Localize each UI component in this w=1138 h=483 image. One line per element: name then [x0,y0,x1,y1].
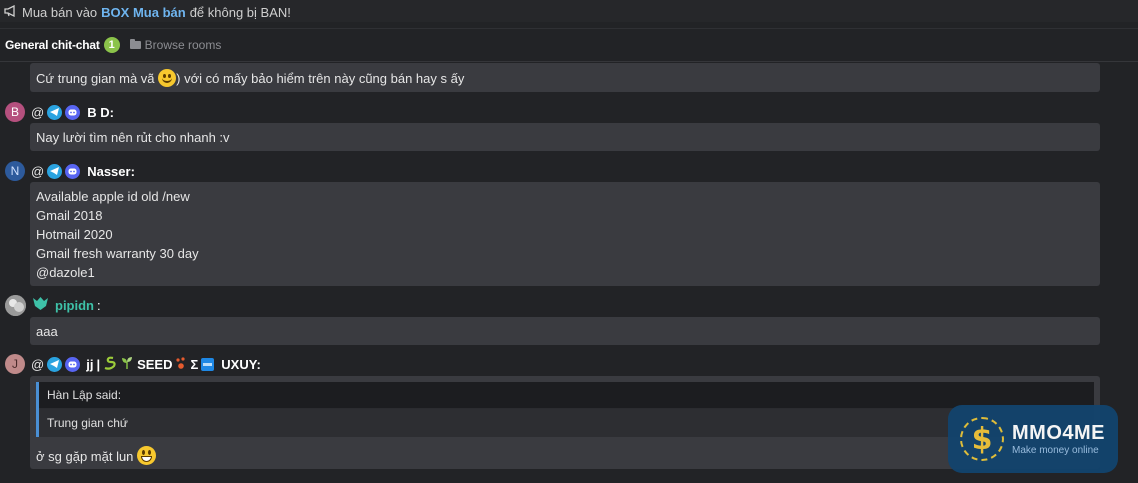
avatar[interactable]: B [5,102,25,122]
rank-badge-icon [32,296,49,314]
message-line: Hotmail 2020 [36,227,113,242]
telegram-icon[interactable] [47,356,63,372]
uxuy-badge-icon [201,357,215,371]
quote-text: Trung gian chứ [39,409,1094,437]
message-header: J @ jj | SEED Σ UXUY: [5,354,261,374]
message-text: ) với có mấy bảo hiểm trên này cũng bán … [176,71,465,86]
message-bubble: Cứ trung gian mà vã ) với có mấy bảo hiể… [30,63,1100,92]
announcement-suffix: để không bị BAN! [189,4,291,20]
mention-at[interactable]: @ [31,357,44,372]
megaphone-icon [4,4,18,20]
message-line: @dazole1 [36,265,95,280]
telegram-icon[interactable] [47,104,63,120]
avatar[interactable] [5,294,26,316]
grin-emoji-icon [137,446,157,465]
seedling-icon [120,356,134,373]
folder-icon [129,39,141,49]
message-text: aaa [36,324,58,339]
username-colon: : [97,297,101,313]
message-text: Cứ trung gian mà vã [36,71,155,86]
tab-general-chit-chat[interactable]: General chit-chat [5,38,100,52]
username[interactable]: pipidn [55,298,94,313]
message-line: Gmail 2018 [36,208,103,223]
message-header: B @ B D: [5,102,114,122]
avatar[interactable]: J [5,354,25,374]
discord-icon[interactable] [65,356,81,372]
chat-room-tabs: General chit-chat 1 Browse rooms [0,28,1138,62]
avatar[interactable]: N [5,161,25,181]
mention-at[interactable]: @ [31,105,44,120]
mention-at[interactable]: @ [31,164,44,179]
announcement-bar: Mua bán vào BOX Mua bán để không bị BAN! [0,0,1138,22]
watermark-subtitle: Make money online [1012,445,1099,456]
message-text-row: ở sg gặp mặt lun [36,446,157,466]
announcement-link[interactable]: BOX Mua bán [101,5,186,20]
telegram-icon[interactable] [47,163,63,179]
message-text: ở sg gặp mặt lun [36,449,134,464]
discord-icon[interactable] [65,163,81,179]
quote-block: Hàn Lập said: Trung gian chứ [36,382,1094,437]
username-part[interactable]: Σ [190,357,198,372]
dollar-logo-icon: $ [954,411,1010,467]
username-part[interactable]: UXUY: [221,357,260,372]
message-header: N @ Nasser: [5,161,135,181]
browse-rooms-label: Browse rooms [144,38,222,52]
watermark-title: MMO4ME [1012,422,1105,444]
unread-badge: 1 [103,37,120,53]
announcement-prefix: Mua bán vào [22,4,98,20]
message-bubble: Nay lười tìm nên rủt cho nhanh :v [30,123,1100,151]
paw-icon [175,356,187,373]
message-bubble: aaa [30,317,1100,345]
username-part[interactable]: SEED [137,357,172,372]
quote-author[interactable]: Hàn Lập said: [39,382,1094,409]
message-line: Gmail fresh warranty 30 day [36,246,199,261]
message-text: Nay lười tìm nên rủt cho nhanh :v [36,130,230,145]
username-part[interactable]: jj [86,357,93,372]
username[interactable]: B D: [87,105,114,120]
message-bubble: Available apple id old /new Gmail 2018 H… [30,182,1100,286]
watermark-logo: $ MMO4ME Make money online [948,405,1118,473]
username-separator: | [96,356,101,372]
message-header: pipidn: [5,294,101,316]
username[interactable]: Nasser: [87,164,135,179]
browse-rooms-link[interactable]: Browse rooms [129,38,222,52]
smile-emoji-icon [158,69,177,87]
discord-icon[interactable] [65,104,81,120]
snake-icon [103,356,117,373]
message-line: Available apple id old /new [36,189,190,204]
